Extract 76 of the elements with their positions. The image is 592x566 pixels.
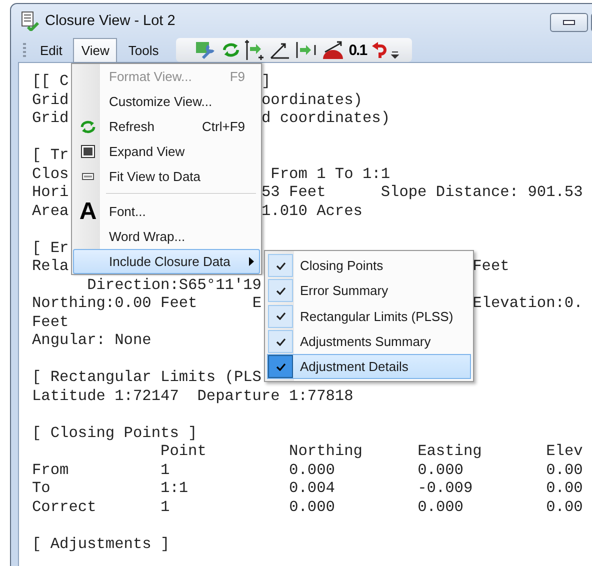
menu-title[interactable]: View: [73, 38, 118, 62]
window-title: Closure View - Lot 2: [45, 13, 176, 29]
report-text: Rela: [32, 257, 69, 275]
menu-item[interactable]: Adjustments Summary: [267, 328, 471, 354]
report-text: [ Er: [32, 238, 69, 256]
report-text: Point: [160, 442, 206, 460]
report-text: 0.00: [546, 479, 583, 497]
menu-item[interactable]: Closing Points: [267, 253, 471, 278]
report-text: -0.009: [418, 479, 473, 497]
report-text: Elev: [546, 442, 583, 460]
report-text: Hori: [32, 183, 69, 201]
report-text: 0.000: [289, 498, 335, 516]
report-text: E: [252, 294, 262, 312]
report-text: From 1 To 1:1: [270, 164, 390, 182]
report-text: Elevation:0.: [472, 294, 583, 312]
report-text: Easting: [418, 442, 482, 460]
report-text: 0.00: [546, 498, 583, 516]
report-text: Feet: [472, 257, 510, 275]
menu-title[interactable]: Tools: [120, 38, 167, 62]
report-text: [[ C: [32, 72, 69, 90]
font-icon: A: [79, 200, 97, 224]
menu-item[interactable]: Refresh Ctrl+F9: [73, 114, 260, 139]
report-text: 53 Feet: [262, 183, 326, 201]
report-text: ]: [262, 72, 271, 90]
report-text: Latitude 1:72147 Departure 1:77818: [32, 386, 354, 404]
menu-item[interactable]: Word Wrap...: [73, 224, 260, 249]
report-text: [ Tr: [32, 146, 69, 164]
undo-icon[interactable]: [370, 41, 387, 59]
report-text: [ Rectangular Limits (PLS: [32, 368, 262, 386]
report-text: Clos: [32, 164, 69, 182]
report-text: Slope Distance: 901.53: [380, 183, 583, 201]
report-text: Feet: [32, 312, 69, 330]
report-text: 0.004: [289, 479, 335, 497]
menu-item[interactable]: Include Closure Data: [73, 249, 260, 274]
expand-view-icon: [81, 145, 95, 158]
report-text: 0.000: [289, 460, 335, 478]
report-text: Northing:0.00 Feet: [32, 294, 198, 312]
report-text: d coordinates): [262, 109, 390, 127]
report-text: 1:1: [160, 479, 188, 497]
report-text: Direction:S65°11'19: [87, 276, 262, 294]
document-icon: [21, 11, 39, 31]
menu-item[interactable]: Fit View to Data: [73, 164, 260, 189]
report-text: Area: [32, 202, 69, 220]
report-text: Correct: [32, 498, 96, 516]
report-text: 0.000: [418, 498, 464, 516]
menu-title[interactable]: Edit: [32, 38, 70, 62]
arrow-to-line-icon[interactable]: [294, 40, 317, 60]
menu-item[interactable]: Error Summary: [267, 278, 471, 304]
report-text: oordinates): [262, 90, 362, 108]
wrench-icon: [194, 40, 217, 60]
report-text: [ Adjustments ]: [32, 534, 170, 552]
menu-item[interactable]: Customize View...: [73, 89, 260, 114]
report-text: 0.00: [546, 460, 583, 478]
gauge-icon[interactable]: [320, 40, 345, 60]
menu-item[interactable]: Adjustment Details: [267, 354, 471, 380]
menu-item[interactable]: A Font...: [73, 199, 260, 224]
report-text: Grid: [32, 90, 69, 108]
refresh-icon: [79, 118, 97, 134]
minimize-icon: [563, 20, 575, 25]
menu-item[interactable]: Rectangular Limits (PLSS): [267, 304, 471, 329]
report-text: [ Closing Points ]: [32, 424, 198, 442]
overflow-caret-icon[interactable]: [390, 51, 399, 59]
report-text: From: [32, 460, 69, 478]
precision-button[interactable]: 0.1: [348, 42, 367, 58]
arrow-plus-icon[interactable]: [244, 39, 265, 61]
report-text: 1: [160, 498, 170, 516]
report-text: Northing: [289, 442, 362, 460]
report-text: Angular: None: [32, 331, 152, 349]
report-text: 1: [160, 460, 170, 478]
fit-view-icon: [82, 173, 94, 180]
report-text: Grid: [32, 109, 69, 127]
report-text: 1.010 Acres: [262, 202, 362, 220]
minimize-button[interactable]: [550, 13, 588, 32]
menu-item[interactable]: Expand View: [73, 139, 260, 164]
report-text: 0.000: [418, 460, 464, 478]
report-text: To: [32, 479, 50, 497]
